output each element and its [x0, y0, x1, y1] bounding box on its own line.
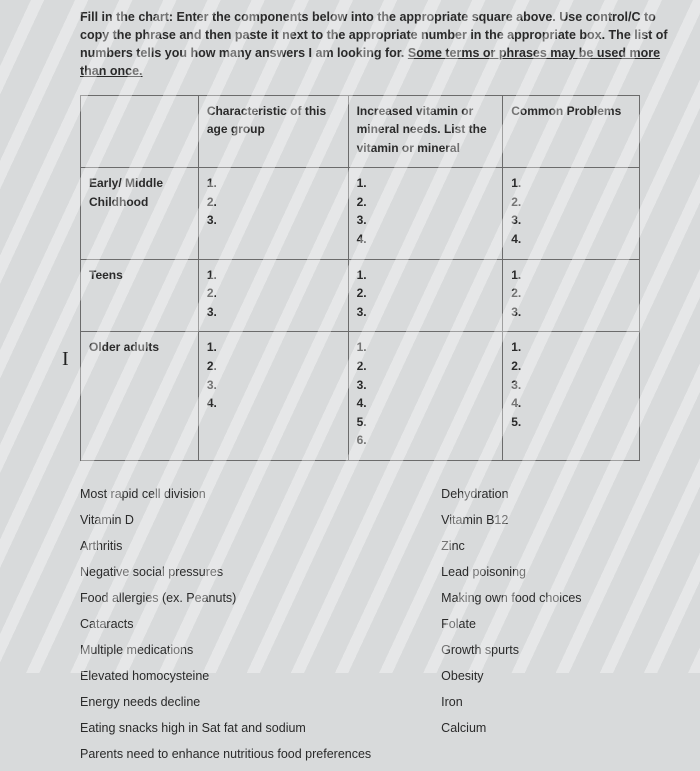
num-item: 2. [207, 193, 340, 212]
term-item[interactable]: Obesity [441, 669, 581, 683]
term-item[interactable]: Zinc [441, 539, 581, 553]
cell-characteristic[interactable]: 1. 2. 3. 4. [198, 332, 348, 461]
num-item: 1. [511, 338, 631, 357]
num-item: 2. [511, 357, 631, 376]
num-item: 3. [511, 376, 631, 395]
num-item: 1. [357, 338, 495, 357]
num-item: 4. [357, 394, 495, 413]
num-item: 3. [511, 211, 631, 230]
num-item: 1. [207, 338, 340, 357]
term-item[interactable]: Elevated homocysteine [80, 669, 371, 683]
num-item: 3. [207, 303, 340, 322]
term-item[interactable]: Eating snacks high in Sat fat and sodium [80, 721, 371, 735]
term-item[interactable]: Growth spurts [441, 643, 581, 657]
num-item: 3. [357, 211, 495, 230]
terms-block: Most rapid cell division Vitamin D Arthr… [80, 487, 670, 761]
num-item: 4. [207, 394, 340, 413]
cell-needs[interactable]: 1. 2. 3. 4. [348, 168, 503, 259]
term-item[interactable]: Most rapid cell division [80, 487, 371, 501]
worksheet-page: Fill in the chart: Enter the components … [0, 0, 700, 771]
num-item: 5. [357, 413, 495, 432]
num-item: 1. [511, 174, 631, 193]
term-item[interactable]: Dehydration [441, 487, 581, 501]
instructions-block: Fill in the chart: Enter the components … [80, 8, 670, 81]
num-item: 1. [357, 266, 495, 285]
instructions-line3: numbers tells you how many answers I am … [80, 46, 404, 60]
cell-problems[interactable]: 1. 2. 3. 4. 5. [503, 332, 640, 461]
num-item: 6. [357, 431, 495, 450]
num-item: 4. [511, 230, 631, 249]
table-body: Early/ Middle Childhood 1. 2. 3. 1. 2. 3… [81, 168, 640, 461]
header-needs: Increased vitamin or mineral needs. List… [348, 95, 503, 168]
num-item: 2. [511, 193, 631, 212]
term-item[interactable]: Vitamin D [80, 513, 371, 527]
term-item[interactable]: Vitamin B12 [441, 513, 581, 527]
header-problems: Common Problems [503, 95, 640, 168]
num-item: 4. [357, 230, 495, 249]
num-item: 1. [207, 174, 340, 193]
cell-needs[interactable]: 1. 2. 3. [348, 259, 503, 332]
term-item[interactable]: Parents need to enhance nutritious food … [80, 747, 371, 761]
term-item[interactable]: Food allergies (ex. Peanuts) [80, 591, 371, 605]
term-item[interactable]: Multiple medications [80, 643, 371, 657]
table-row: Early/ Middle Childhood 1. 2. 3. 1. 2. 3… [81, 168, 640, 259]
instructions-line2: copy the phrase and then paste it next t… [80, 28, 668, 42]
num-item: 3. [207, 211, 340, 230]
term-item[interactable]: Making own food choices [441, 591, 581, 605]
term-item[interactable]: Cataracts [80, 617, 371, 631]
terms-right-column: Dehydration Vitamin B12 Zinc Lead poison… [441, 487, 581, 761]
num-item: 2. [511, 284, 631, 303]
term-item[interactable]: Energy needs decline [80, 695, 371, 709]
num-item: 1. [357, 174, 495, 193]
term-item[interactable]: Folate [441, 617, 581, 631]
num-item: 4. [511, 394, 631, 413]
num-item: 3. [207, 376, 340, 395]
num-item: 3. [511, 303, 631, 322]
row-label: Older adults [81, 332, 199, 461]
num-item: 3. [357, 303, 495, 322]
header-characteristic: Characteristic of this age group [198, 95, 348, 168]
num-item: 2. [357, 357, 495, 376]
row-label: Teens [81, 259, 199, 332]
cell-needs[interactable]: 1. 2. 3. 4. 5. 6. [348, 332, 503, 461]
term-item[interactable]: Arthritis [80, 539, 371, 553]
num-item: 1. [511, 266, 631, 285]
table-header-row: Characteristic of this age group Increas… [81, 95, 640, 168]
num-item: 1. [207, 266, 340, 285]
worksheet-table: Characteristic of this age group Increas… [80, 95, 640, 462]
term-item[interactable]: Calcium [441, 721, 581, 735]
num-item: 2. [207, 357, 340, 376]
term-item[interactable]: Iron [441, 695, 581, 709]
num-item: 2. [357, 284, 495, 303]
num-item: 3. [357, 376, 495, 395]
header-empty [81, 95, 199, 168]
num-item: 5. [511, 413, 631, 432]
cell-problems[interactable]: 1. 2. 3. [503, 259, 640, 332]
cell-characteristic[interactable]: 1. 2. 3. [198, 168, 348, 259]
table-row: Older adults 1. 2. 3. 4. 1. 2. 3. 4. 5. … [81, 332, 640, 461]
cell-characteristic[interactable]: 1. 2. 3. [198, 259, 348, 332]
instructions-line1: Fill in the chart: Enter the components … [80, 10, 656, 24]
table-row: Teens 1. 2. 3. 1. 2. 3. 1. 2. 3. [81, 259, 640, 332]
cell-problems[interactable]: 1. 2. 3. 4. [503, 168, 640, 259]
text-cursor-icon: I [62, 348, 69, 371]
num-item: 2. [357, 193, 495, 212]
row-label: Early/ Middle Childhood [81, 168, 199, 259]
term-item[interactable]: Lead poisoning [441, 565, 581, 579]
num-item: 2. [207, 284, 340, 303]
term-item[interactable]: Negative social pressures [80, 565, 371, 579]
terms-left-column: Most rapid cell division Vitamin D Arthr… [80, 487, 371, 761]
